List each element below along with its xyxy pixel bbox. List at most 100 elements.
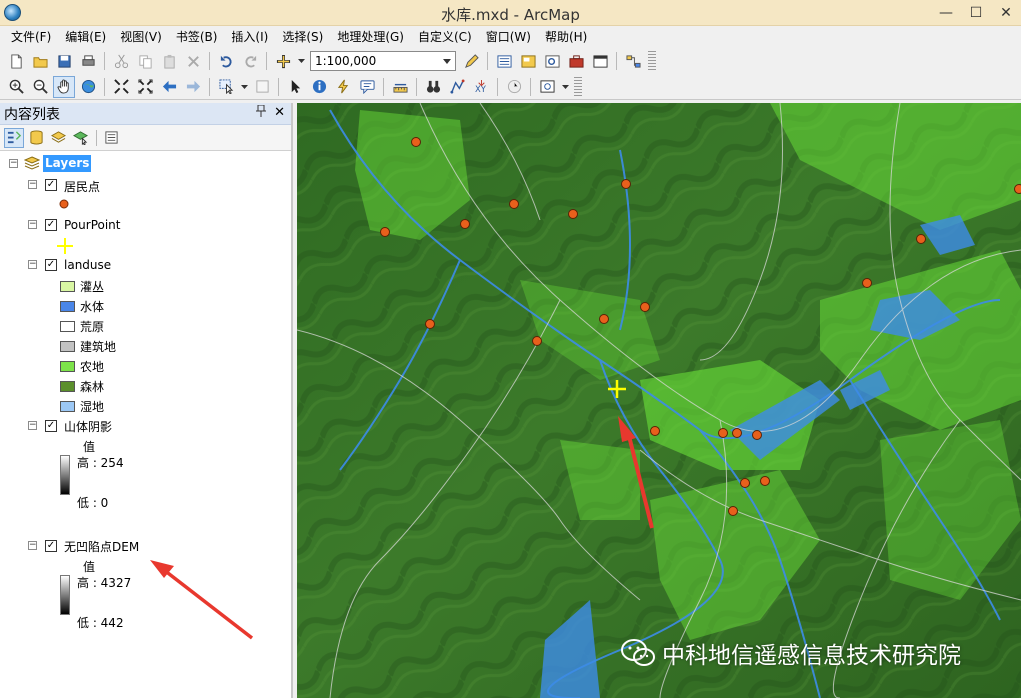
settlement-point[interactable] [640, 302, 650, 312]
save-button[interactable] [53, 50, 75, 72]
layer-collapse-toggle[interactable]: − [28, 220, 37, 229]
add-data-dropdown[interactable] [296, 50, 306, 72]
layer-collapse-toggle[interactable]: − [28, 421, 37, 430]
editor-toolbar-button[interactable] [460, 50, 482, 72]
fixed-zoom-in-button[interactable] [110, 76, 132, 98]
settlement-point[interactable] [728, 506, 738, 516]
menu-edit[interactable]: 编辑(E) [58, 27, 113, 47]
close-button[interactable]: ✕ [991, 0, 1021, 26]
layer-visibility-checkbox[interactable]: ✓ [45, 259, 57, 271]
settlement-point[interactable] [568, 209, 578, 219]
settlement-point[interactable] [916, 234, 926, 244]
menu-selection[interactable]: 选择(S) [275, 27, 330, 47]
select-features-dropdown[interactable] [239, 76, 249, 98]
toolbar-overflow-grip[interactable] [648, 51, 656, 71]
menu-windows[interactable]: 窗口(W) [479, 27, 538, 47]
delete-button[interactable] [182, 50, 204, 72]
paste-button[interactable] [158, 50, 180, 72]
viewer-dropdown[interactable] [560, 76, 570, 98]
settlement-point[interactable] [862, 278, 872, 288]
layer-name-hillshade[interactable]: 山体阴影 [64, 418, 112, 435]
layer-collapse-toggle[interactable]: − [28, 260, 37, 269]
layer-name-landuse[interactable]: landuse [64, 258, 111, 272]
layer-name-filled-dem[interactable]: 无凹陷点DEM [64, 538, 139, 555]
layer-name-settlements[interactable]: 居民点 [64, 178, 100, 195]
settlement-point[interactable] [650, 426, 660, 436]
minimize-button[interactable]: — [931, 0, 961, 26]
layers-collapse-toggle[interactable]: − [9, 159, 18, 168]
map-scale-combobox[interactable]: 1:100,000 [310, 51, 456, 71]
settlement-point[interactable] [760, 476, 770, 486]
select-features-button[interactable] [215, 76, 237, 98]
layer-visibility-checkbox[interactable]: ✓ [45, 219, 57, 231]
toc-window-button[interactable] [493, 50, 515, 72]
map-canvas[interactable] [297, 103, 1021, 698]
list-by-selection-button[interactable] [70, 128, 90, 148]
settlement-point[interactable] [380, 227, 390, 237]
settlement-point[interactable] [752, 430, 762, 440]
layer-visibility-checkbox[interactable]: ✓ [45, 540, 57, 552]
settlement-point[interactable] [1014, 184, 1021, 194]
back-extent-button[interactable] [158, 76, 180, 98]
hyperlink-button[interactable] [332, 76, 354, 98]
layer-collapse-toggle[interactable]: − [28, 541, 37, 550]
menu-bookmarks[interactable]: 书签(B) [169, 27, 225, 47]
measure-button[interactable] [389, 76, 411, 98]
open-button[interactable] [29, 50, 51, 72]
redo-button[interactable] [239, 50, 261, 72]
fixed-zoom-out-button[interactable] [134, 76, 156, 98]
clear-selection-button[interactable] [251, 76, 273, 98]
full-extent-button[interactable] [77, 76, 99, 98]
settlement-point[interactable] [509, 199, 519, 209]
zoom-in-button[interactable] [5, 76, 27, 98]
settlement-point[interactable] [460, 219, 470, 229]
forward-extent-button[interactable] [182, 76, 204, 98]
menu-file[interactable]: 文件(F) [4, 27, 58, 47]
undo-button[interactable] [215, 50, 237, 72]
menu-view[interactable]: 视图(V) [113, 27, 169, 47]
layer-visibility-checkbox[interactable]: ✓ [45, 179, 57, 191]
settlement-point[interactable] [532, 336, 542, 346]
cut-button[interactable] [110, 50, 132, 72]
time-slider-button[interactable] [503, 76, 525, 98]
maximize-button[interactable]: ☐ [961, 0, 991, 26]
list-by-source-button[interactable] [26, 128, 46, 148]
python-window-button[interactable] [589, 50, 611, 72]
settlement-point[interactable] [599, 314, 609, 324]
menu-help[interactable]: 帮助(H) [538, 27, 594, 47]
new-document-button[interactable] [5, 50, 27, 72]
settlement-point[interactable] [411, 137, 421, 147]
select-elements-button[interactable] [284, 76, 306, 98]
data-frame-layers[interactable]: Layers [43, 155, 92, 172]
copy-button[interactable] [134, 50, 156, 72]
toc-pin-button[interactable] [256, 104, 267, 121]
toc-close-button[interactable]: ✕ [274, 105, 285, 121]
add-data-button[interactable] [272, 50, 294, 72]
settlement-point[interactable] [621, 179, 631, 189]
settlement-point[interactable] [718, 428, 728, 438]
zoom-out-button[interactable] [29, 76, 51, 98]
find-route-button[interactable] [446, 76, 468, 98]
catalog-window-button[interactable] [517, 50, 539, 72]
list-by-drawing-order-button[interactable] [4, 127, 24, 148]
list-by-visibility-button[interactable] [48, 128, 68, 148]
menu-insert[interactable]: 插入(I) [224, 27, 275, 47]
settlement-point[interactable] [732, 428, 742, 438]
model-builder-button[interactable] [622, 50, 644, 72]
html-popup-button[interactable] [356, 76, 378, 98]
create-viewer-window-button[interactable] [536, 76, 558, 98]
layer-visibility-checkbox[interactable]: ✓ [45, 420, 57, 432]
identify-button[interactable] [308, 76, 330, 98]
menu-customize[interactable]: 自定义(C) [411, 27, 479, 47]
menu-geoprocessing[interactable]: 地理处理(G) [330, 27, 411, 47]
print-button[interactable] [77, 50, 99, 72]
settlement-point[interactable] [740, 478, 750, 488]
map-view[interactable] [297, 103, 1021, 698]
arctoolbox-button[interactable] [565, 50, 587, 72]
layer-collapse-toggle[interactable]: − [28, 180, 37, 189]
layer-name-pourpoint[interactable]: PourPoint [64, 218, 120, 232]
search-window-button[interactable] [541, 50, 563, 72]
toolbar-overflow-grip[interactable] [574, 76, 582, 97]
settlement-point[interactable] [425, 319, 435, 329]
pan-button[interactable] [53, 75, 75, 98]
